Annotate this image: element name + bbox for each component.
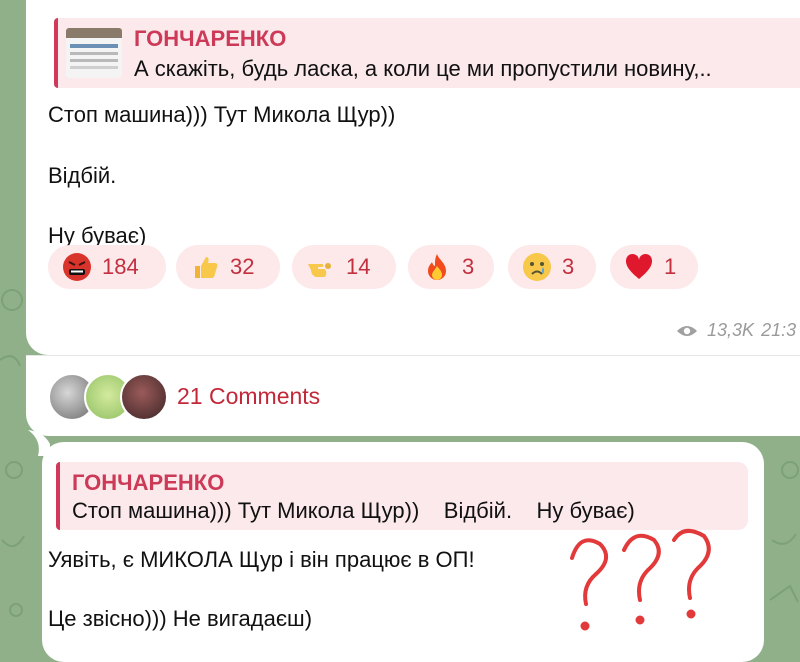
thumbs-up-icon (190, 252, 220, 282)
reaction-angry[interactable]: 184 (48, 245, 166, 289)
quote-text: Стоп машина))) Тут Микола Щур)) Відбій. … (72, 498, 635, 523)
reaction-crying[interactable]: 3 (508, 245, 596, 289)
question-marks-annotation (570, 528, 711, 631)
comments-count-label[interactable]: 21 Comments (177, 383, 320, 410)
reaction-count: 32 (230, 254, 255, 279)
quote-author: ГОНЧАРЕНКО (134, 26, 287, 51)
quote-thumbnail (66, 28, 122, 78)
angry-face-icon (62, 252, 92, 282)
reply-line-2: Це звісно))) Не вигадаєш) (48, 606, 313, 631)
quote-author: ГОНЧАРЕНКО (72, 470, 225, 495)
post-meta: 13,3K 21:3 (676, 320, 796, 344)
reaction-count: 184 (102, 254, 139, 279)
reply-message: ГОНЧАРЕНКО Стоп машина))) Тут Микола Щур… (42, 442, 764, 662)
pointing-hand-icon (306, 252, 336, 282)
reaction-pointing[interactable]: 14 (292, 245, 396, 289)
red-heart-icon (624, 252, 654, 282)
reaction-count: 3 (462, 254, 475, 279)
reaction-thumbs-up[interactable]: 32 (176, 245, 280, 289)
post-line-1: Стоп машина))) Тут Микола Щур)) (48, 102, 396, 127)
fire-icon (422, 252, 452, 282)
eye-icon (676, 323, 698, 344)
reply-line-1: Уявіть, є МИКОЛА Щур і він працює в ОП! (48, 547, 475, 572)
avatar (120, 373, 168, 421)
reaction-heart[interactable]: 1 (610, 245, 698, 289)
crying-face-icon (522, 252, 552, 282)
reaction-count: 1 (664, 254, 677, 279)
reaction-fire[interactable]: 3 (408, 245, 494, 289)
post-line-2: Відбій. (48, 163, 117, 188)
view-count: 13,3K (707, 320, 755, 340)
quote-text: А скажіть, будь ласка, а коли це ми проп… (134, 56, 712, 81)
reply-quote[interactable]: ГОНЧАРЕНКО Стоп машина))) Тут Микола Щур… (56, 462, 748, 530)
comments-bar[interactable]: 21 Comments (26, 355, 800, 436)
post-time: 21:3 (761, 320, 797, 340)
channel-post: ГОНЧАРЕНКО А скажіть, будь ласка, а коли… (26, 0, 800, 355)
post-reply-quote[interactable]: ГОНЧАРЕНКО А скажіть, будь ласка, а коли… (54, 18, 800, 88)
reaction-count: 14 (346, 254, 371, 279)
reaction-count: 3 (562, 254, 575, 279)
